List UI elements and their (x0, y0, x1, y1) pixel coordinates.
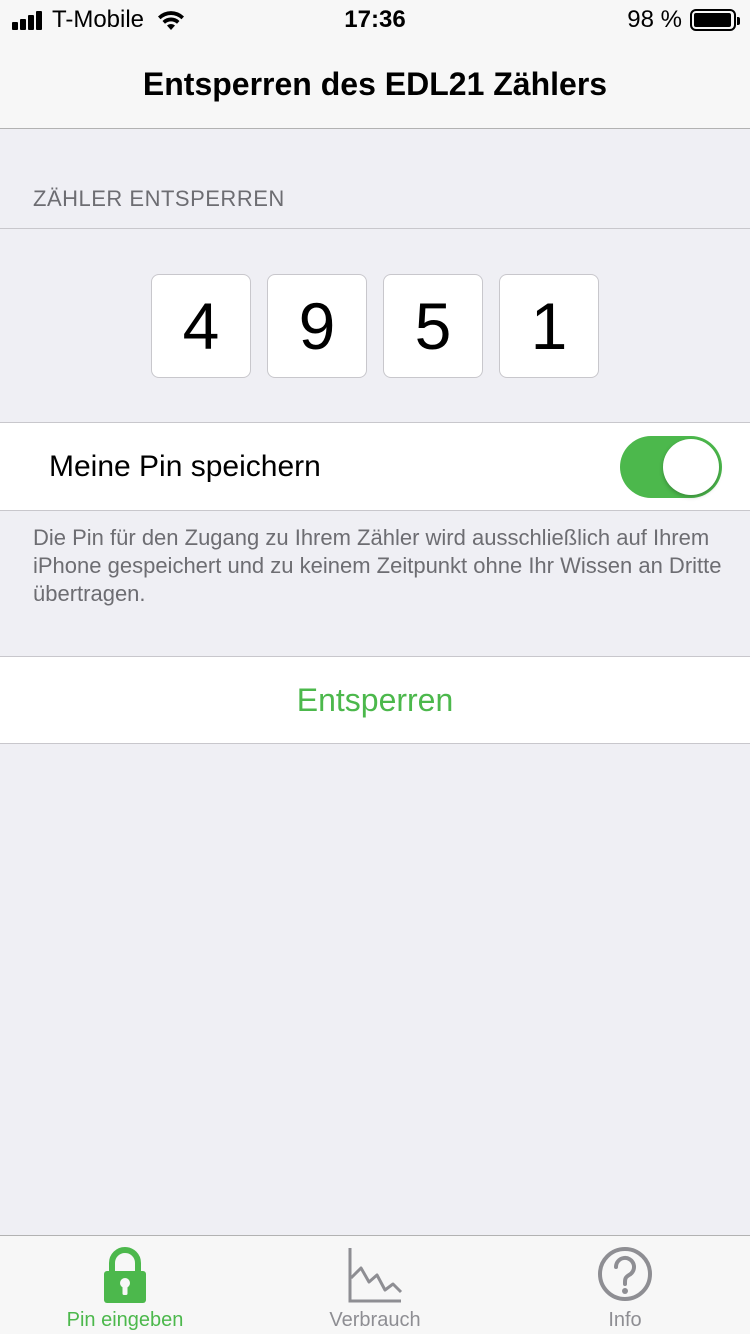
tab-pin-eingeben[interactable]: Pin eingeben (0, 1236, 250, 1334)
toggle-knob (663, 439, 719, 495)
privacy-footnote: Die Pin für den Zugang zu Ihrem Zähler w… (33, 525, 722, 606)
battery-icon (690, 9, 740, 31)
navigation-bar: Entsperren des EDL21 Zählers (0, 40, 750, 129)
screen: T-Mobile 17:36 98 % Entsperren des EDL21… (0, 0, 750, 1334)
status-right: 98 % (627, 6, 740, 34)
question-circle-icon (598, 1247, 652, 1301)
pin-input-group[interactable]: 4 9 5 1 (151, 274, 599, 378)
battery-tip (737, 17, 740, 25)
tab-label-pin: Pin eingeben (66, 1309, 184, 1331)
unlock-button-label: Entsperren (296, 681, 454, 718)
tab-info[interactable]: Info (500, 1236, 750, 1334)
pin-digit-3[interactable]: 5 (383, 274, 483, 378)
save-pin-row: Meine Pin speichern (0, 423, 750, 511)
tab-verbrauch[interactable]: Verbrauch (250, 1236, 500, 1334)
page-title: Entsperren des EDL21 Zählers (142, 65, 608, 102)
tab-bar: Pin eingeben Verbrauch Info (0, 1235, 750, 1334)
save-pin-toggle[interactable] (620, 436, 722, 498)
status-bar: T-Mobile 17:36 98 % (0, 0, 750, 40)
pin-section: 4 9 5 1 (0, 228, 750, 423)
unlock-button[interactable]: Entsperren (0, 656, 750, 744)
tab-label-info: Info (608, 1309, 642, 1331)
battery-fill (694, 13, 732, 27)
section-header-unlock: ZÄHLER ENTSPERREN (33, 186, 285, 211)
save-pin-label: Meine Pin speichern (49, 450, 321, 483)
battery-percent: 98 % (627, 6, 682, 33)
pin-digit-4[interactable]: 1 (499, 274, 599, 378)
pin-digit-1[interactable]: 4 (151, 274, 251, 378)
pin-digit-2[interactable]: 9 (267, 274, 367, 378)
lock-icon (104, 1247, 146, 1303)
chart-icon (348, 1248, 403, 1303)
tab-label-verbrauch: Verbrauch (329, 1309, 421, 1331)
